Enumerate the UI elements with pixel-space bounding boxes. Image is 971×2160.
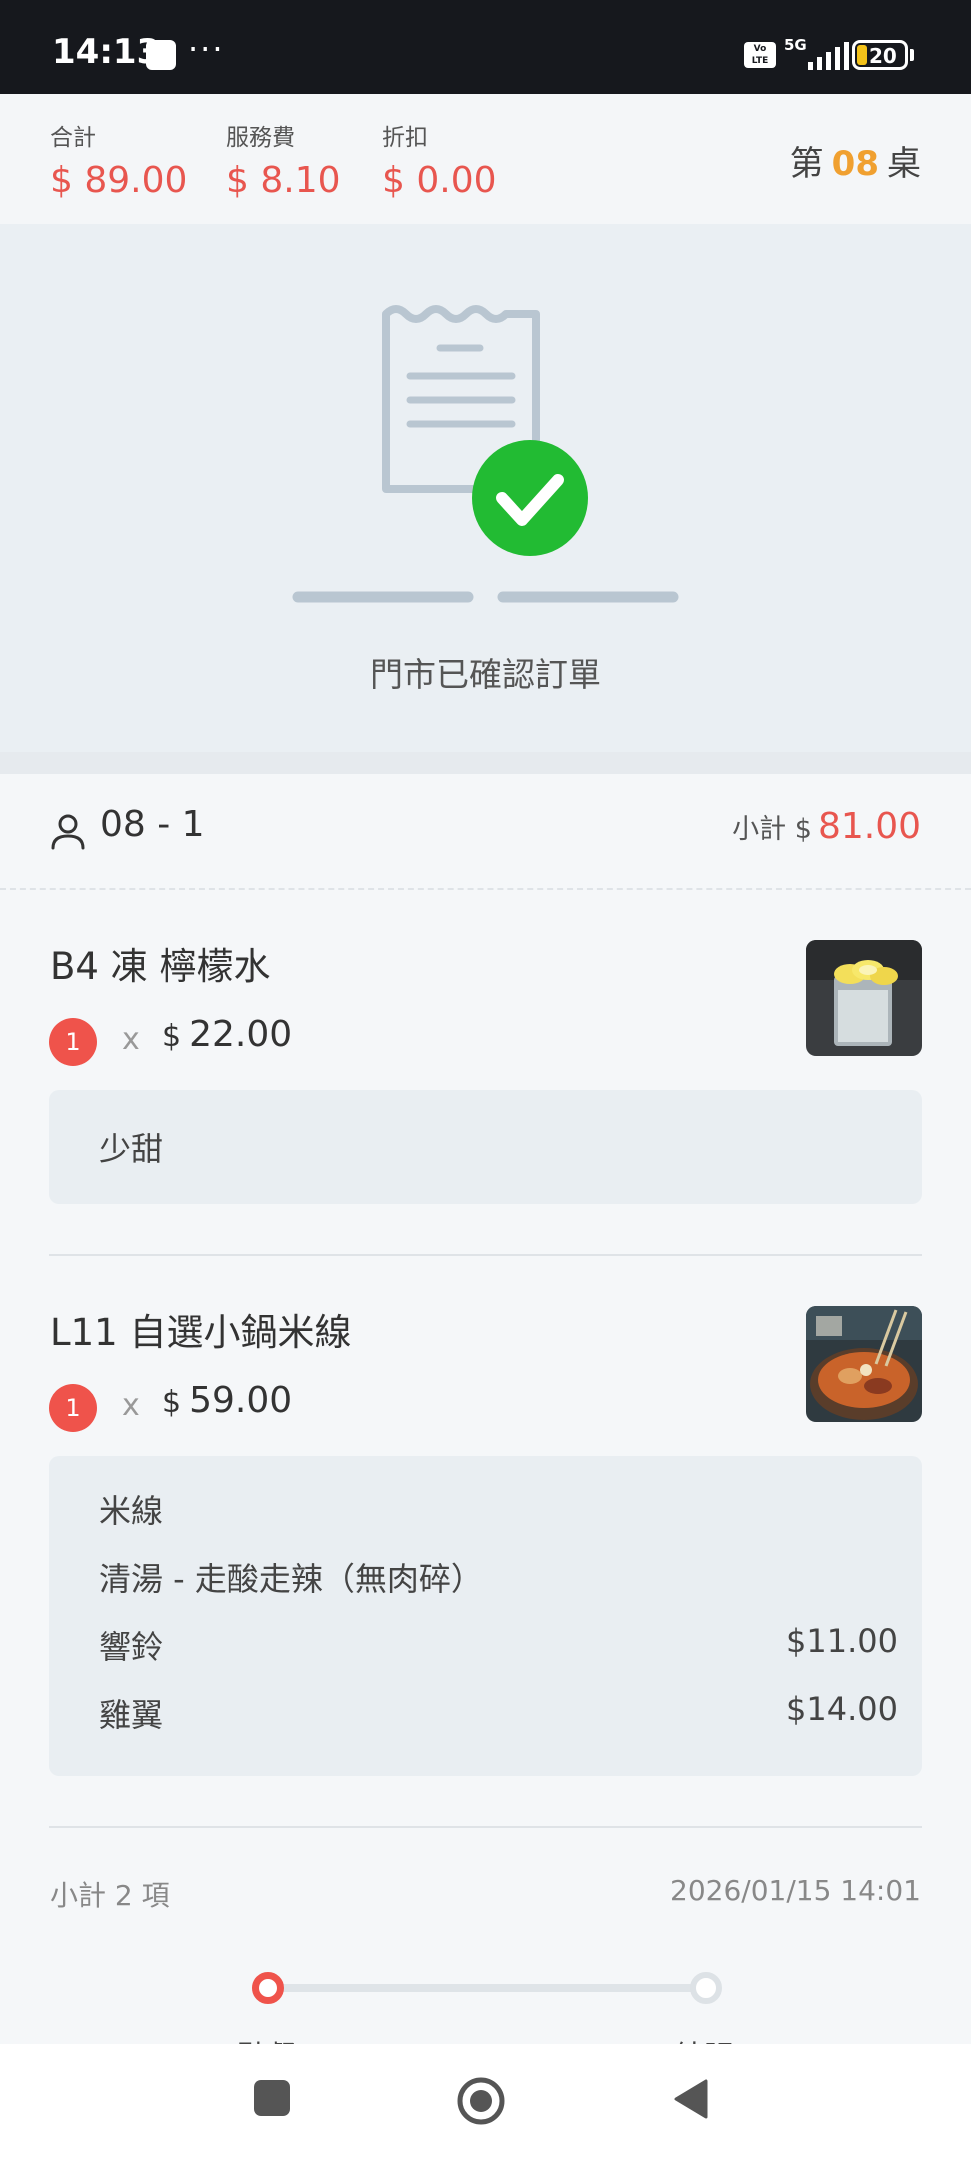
order-progress [252, 1970, 722, 2010]
progress-step-label: 點餐 [237, 2032, 297, 2044]
seat-header: 08 - 1 小計 $81.00 [0, 774, 971, 890]
times-sign: x [122, 1388, 140, 1423]
progress-labels: 點餐 結賬 [0, 2032, 971, 2044]
table-number: 第 08 桌 [790, 136, 921, 185]
option-text: 響鈴 [99, 1628, 164, 1666]
item-options-box: 米線 清湯 - 走酸走辣（無肉碎） 響鈴 $11.00 雞翼 $14.00 [49, 1456, 922, 1776]
quantity-badge: 1 [49, 1384, 97, 1432]
order-confirmed-text: 門市已確認訂單 [370, 655, 601, 694]
option-text: 米線 [99, 1492, 164, 1530]
more-notifications-icon: ··· [188, 30, 225, 68]
total-label: 合計 [50, 125, 96, 151]
order-time: 2026/01/15 14:01 [670, 1874, 921, 1907]
currency-sign: $ [162, 1385, 182, 1420]
battery-level: 20 [869, 44, 897, 68]
progress-step-label: 結賬 [674, 2032, 734, 2044]
option-price: $14.00 [786, 1690, 898, 1728]
section-divider [0, 752, 971, 774]
service-label: 服務費 [226, 125, 295, 151]
option-text: 雞翼 [99, 1696, 164, 1734]
option-text: 少甜 [99, 1130, 164, 1168]
item-price-value: 22.00 [189, 1014, 293, 1055]
item-price: $22.00 [162, 1014, 292, 1055]
signal-icon [808, 42, 850, 70]
item-divider [49, 1254, 922, 1256]
person-icon [51, 814, 85, 850]
subtotal-label: 小計 $ [732, 814, 812, 845]
triangle-back-icon[interactable] [672, 2078, 712, 2120]
battery-icon: 20 [852, 40, 908, 70]
discount-value: $ 0.00 [382, 160, 497, 201]
rice-noodle-pot-photo [806, 1306, 922, 1422]
item-price: $59.00 [162, 1380, 292, 1421]
table-number-value: 08 [831, 144, 879, 184]
progress-step-active [252, 1972, 284, 2004]
order-card: 08 - 1 小計 $81.00 B4 凍 檸檬水 1 x $22.00 少甜 … [0, 774, 971, 2044]
status-time: 14:13 [52, 32, 161, 72]
item-price-value: 59.00 [189, 1380, 293, 1421]
quantity-badge: 1 [49, 1018, 97, 1066]
circle-home-icon[interactable] [456, 2076, 506, 2126]
discount-block: 折扣 $ 0.00 [382, 118, 497, 201]
progress-step-idle [690, 1972, 722, 2004]
seat-subtotal: 小計 $81.00 [732, 806, 921, 847]
receipt-check-icon [292, 305, 679, 603]
option-text: 清湯 - 走酸走辣（無肉碎） [99, 1560, 483, 1598]
item-divider [49, 1826, 922, 1828]
total-block: 合計 $ 89.00 [50, 118, 187, 201]
discount-label: 折扣 [382, 125, 428, 151]
table-prefix: 第 [789, 144, 824, 184]
currency-sign: $ [162, 1019, 182, 1054]
battery-tip [910, 49, 914, 61]
service-value: $ 8.10 [226, 160, 341, 201]
volte-icon: Vo LTE [744, 42, 776, 68]
table-suffix: 桌 [887, 144, 921, 184]
service-block: 服務費 $ 8.10 [226, 118, 341, 201]
times-sign: x [122, 1022, 140, 1057]
navigation-bar [0, 2044, 971, 2160]
option-price: $11.00 [786, 1622, 898, 1660]
item-name: B4 凍 檸檬水 [50, 945, 271, 988]
item-options-box: 少甜 [49, 1090, 922, 1204]
item-count: 小計 2 項 [50, 1879, 170, 1912]
notification-app-icon [146, 40, 176, 70]
network-type: 5G [784, 36, 807, 54]
status-bar: 14:13 ··· Vo LTE 5G 20 [0, 0, 971, 94]
order-summary: 合計 $ 89.00 服務費 $ 8.10 折扣 $ 0.00 第 08 桌 [0, 94, 971, 224]
item-name: L11 自選小鍋米線 [50, 1311, 352, 1354]
total-value: $ 89.00 [50, 160, 188, 201]
square-icon[interactable] [252, 2078, 292, 2118]
progress-track [272, 1984, 702, 1992]
seat-label: 08 - 1 [100, 804, 205, 845]
order-status-hero: 門市已確認訂單 [0, 224, 971, 752]
lemon-water-photo [806, 940, 922, 1056]
subtotal-value: 81.00 [817, 806, 921, 847]
